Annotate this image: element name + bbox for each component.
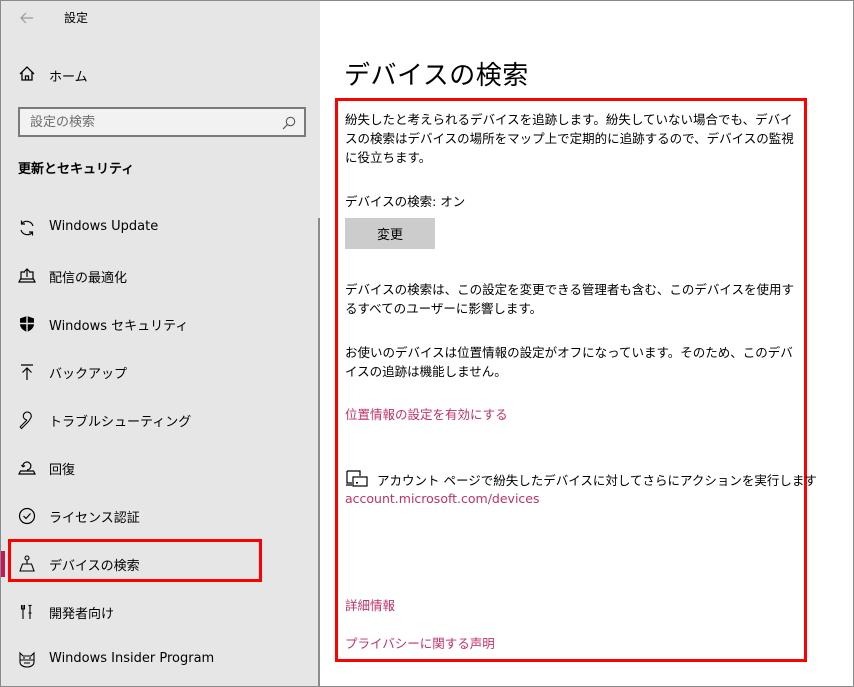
sidebar-item-recovery[interactable]: 回復 <box>1 444 320 492</box>
backup-arrow-icon <box>21 364 33 380</box>
sidebar-item-label: 回復 <box>49 463 76 478</box>
search-icon[interactable] <box>281 115 297 131</box>
sidebar-item-label: トラブルシューティング <box>49 415 192 430</box>
sidebar-item-troubleshoot[interactable]: トラブルシューティング <box>1 396 320 444</box>
sidebar-item-label: 開発者向け <box>49 607 115 622</box>
account-action-row: アカウント ページで紛失したデバイスに対してさらにアクションを実行します <box>345 467 817 489</box>
sidebar: 設定 ホーム 更新とセキュリティ Windows Update 配信の <box>1 1 321 686</box>
sidebar-item-label: Windows セキュリティ <box>49 319 189 334</box>
sidebar-item-developers[interactable]: 開発者向け <box>1 588 320 636</box>
more-info-link[interactable]: 詳細情報 <box>345 595 395 614</box>
developer-tools-icon <box>20 604 32 619</box>
wrench-icon <box>19 411 32 430</box>
app-title: 設定 <box>64 11 89 25</box>
sidebar-item-label: Windows Update <box>49 219 159 234</box>
title-bar: 設定 <box>1 1 320 35</box>
selected-indicator <box>1 551 5 577</box>
main-content: デバイスの検索 紛失したと考えられるデバイスを追跡します。紛失していない場合でも… <box>320 1 853 686</box>
privacy-statement-link[interactable]: プライバシーに関する声明 <box>345 633 495 652</box>
sidebar-item-backup[interactable]: バックアップ <box>1 348 320 396</box>
enable-location-link[interactable]: 位置情報の設定を有効にする <box>345 404 508 423</box>
sidebar-item-delivery-optimization[interactable]: 配信の最適化 <box>1 252 320 300</box>
sidebar-item-windows-security[interactable]: Windows セキュリティ <box>1 300 320 348</box>
delivery-optimization-icon <box>18 268 36 283</box>
sidebar-item-windows-update[interactable]: Windows Update <box>1 204 320 252</box>
devices-icon <box>346 470 368 487</box>
admin-note: デバイスの検索は、この設定を変更できる管理者も含む、このデバイスを使用するすべて… <box>345 282 795 316</box>
sidebar-item-activation[interactable]: ライセンス認証 <box>1 492 320 540</box>
insider-cat-icon <box>19 651 35 668</box>
page-title: デバイスの検索 <box>344 61 529 91</box>
account-devices-link[interactable]: account.microsoft.com/devices <box>345 491 540 506</box>
shield-icon <box>20 316 34 332</box>
check-circle-icon <box>18 507 36 525</box>
sidebar-item-label: 配信の最適化 <box>49 271 128 286</box>
sidebar-item-find-my-device[interactable]: デバイスの検索 <box>1 540 320 588</box>
change-button[interactable]: 変更 <box>345 218 435 249</box>
home-icon <box>19 66 35 81</box>
home-nav-item[interactable]: ホーム <box>1 59 320 91</box>
back-arrow-icon <box>20 12 33 24</box>
sidebar-item-label: Windows Insider Program <box>49 651 215 666</box>
sync-icon <box>20 220 34 236</box>
section-title: 更新とセキュリティ <box>18 162 135 177</box>
find-device-icon <box>19 555 35 572</box>
description-text: 紛失したと考えられるデバイスを追跡します。紛失していない場合でも、デバイスの検索… <box>345 112 794 165</box>
search-input[interactable] <box>20 109 304 135</box>
settings-search[interactable] <box>18 107 306 137</box>
sidebar-nav: Windows Update 配信の最適化 Windows セキュリティ バック… <box>1 204 320 684</box>
home-label: ホーム <box>49 70 88 85</box>
recovery-icon <box>18 461 36 475</box>
location-off-note: お使いのデバイスは位置情報の設定がオフになっています。そのため、このデバイスの追… <box>345 345 793 379</box>
account-action-text: アカウント ページで紛失したデバイスに対してさらにアクションを実行します <box>377 473 817 488</box>
sidebar-item-label: デバイスの検索 <box>49 559 140 574</box>
sidebar-item-label: ライセンス認証 <box>49 511 140 526</box>
sidebar-item-insider-program[interactable]: Windows Insider Program <box>1 636 320 684</box>
back-button[interactable] <box>15 7 39 29</box>
sidebar-item-label: バックアップ <box>49 367 128 382</box>
status-label: デバイスの検索: オン <box>345 194 466 209</box>
